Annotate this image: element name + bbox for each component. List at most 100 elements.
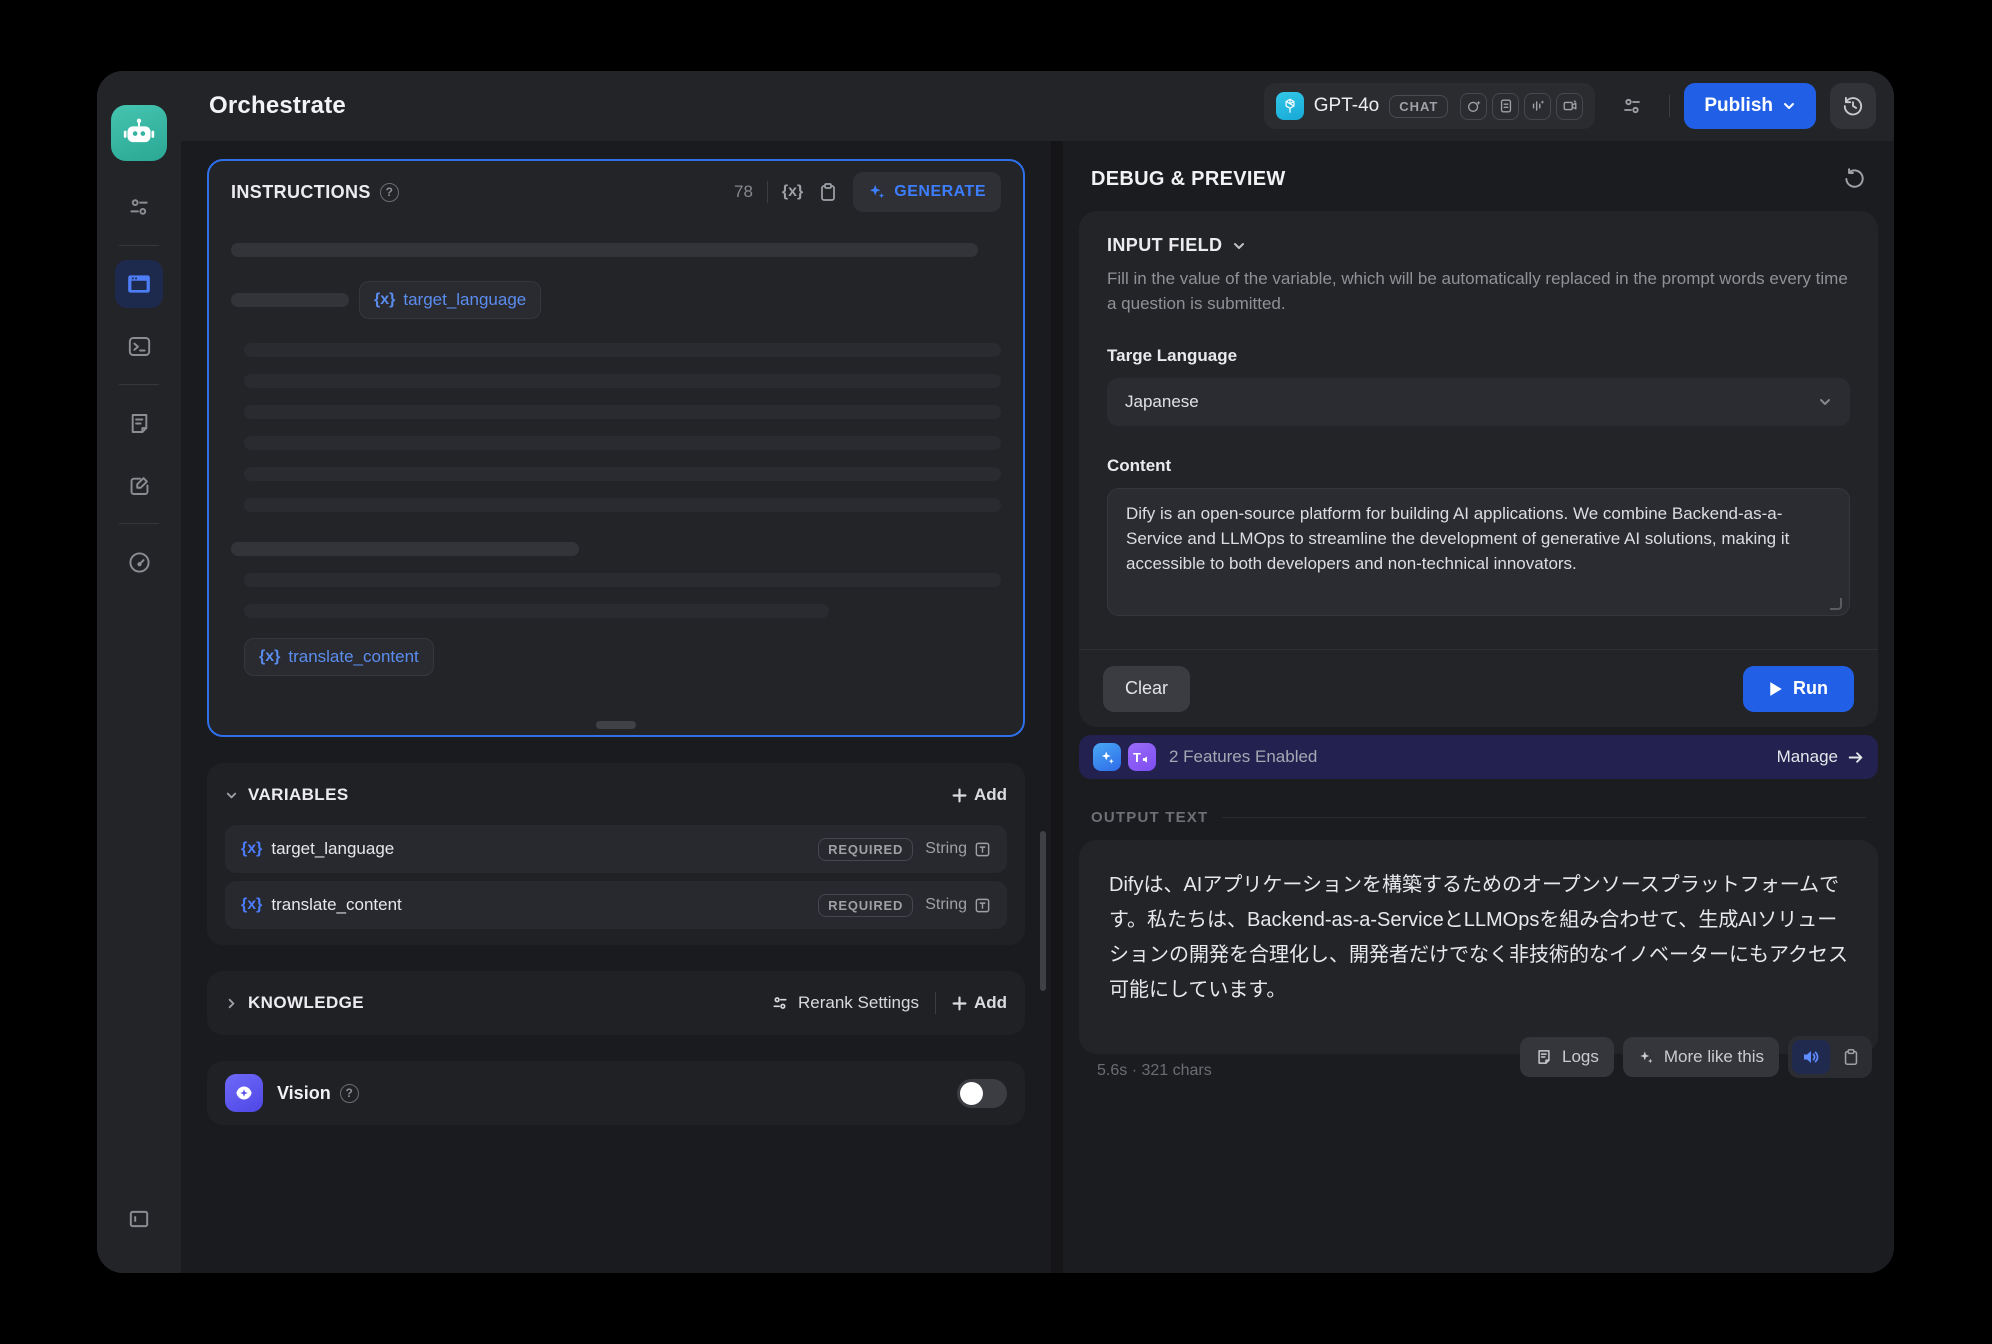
clipboard-icon [817, 181, 839, 203]
manage-features-button[interactable]: Manage [1777, 747, 1864, 767]
output-stats: 5.6s · 321 chars [1097, 1062, 1212, 1080]
video-capability-icon [1556, 93, 1583, 120]
variable-name: translate_content [271, 895, 401, 915]
restart-button[interactable] [1842, 167, 1866, 191]
left-panel-scrollbar[interactable] [1040, 831, 1046, 991]
input-field-description: Fill in the value of the variable, which… [1107, 266, 1850, 316]
manage-label: Manage [1777, 747, 1838, 767]
chevron-down-icon [1782, 99, 1796, 113]
run-button[interactable]: Run [1743, 666, 1854, 712]
type-label: String [925, 896, 967, 914]
arrow-right-icon [1847, 749, 1864, 766]
publish-label: Publish [1704, 95, 1773, 117]
rerank-label: Rerank Settings [798, 993, 919, 1013]
input-field-title: INPUT FIELD [1107, 235, 1222, 256]
output-rule [1222, 817, 1866, 818]
model-parameters-button[interactable] [1609, 83, 1655, 129]
chevron-down-icon [1818, 395, 1832, 409]
input-field-header[interactable]: INPUT FIELD [1107, 235, 1850, 256]
string-type-icon [974, 841, 991, 858]
history-icon [1841, 94, 1865, 118]
plus-icon [952, 788, 967, 803]
sliders-icon [127, 195, 151, 219]
variable-chip-label: translate_content [288, 647, 418, 667]
version-history-button[interactable] [1830, 83, 1876, 129]
variable-chip-translate-content[interactable]: {x} translate_content [244, 638, 434, 676]
text-to-speech-button[interactable] [1792, 1040, 1830, 1074]
help-icon[interactable]: ? [380, 183, 399, 202]
generate-label: GENERATE [894, 183, 986, 201]
vision-icon [225, 1074, 263, 1112]
resize-grip-icon[interactable] [1830, 598, 1842, 610]
target-language-select[interactable]: Japanese [1107, 378, 1850, 426]
sidebar-item-settings[interactable] [115, 183, 163, 231]
chat-mode-badge: CHAT [1389, 95, 1448, 118]
input-field-card: INPUT FIELD Fill in the value of the var… [1079, 211, 1878, 727]
content-textarea[interactable]: Dify is an open-source platform for buil… [1107, 488, 1850, 616]
speaker-icon [1801, 1047, 1821, 1067]
app-logo[interactable] [111, 105, 167, 161]
logs-label: Logs [1562, 1047, 1599, 1067]
chevron-down-icon [225, 789, 238, 802]
sliders-icon [1621, 95, 1643, 117]
vision-toggle[interactable] [957, 1079, 1007, 1108]
clear-button[interactable]: Clear [1103, 666, 1190, 712]
copy-output-button[interactable] [1834, 1040, 1868, 1074]
variable-row-target-language[interactable]: {x} target_language REQUIRED String [225, 825, 1007, 873]
target-language-label: Targe Language [1107, 346, 1850, 366]
topbar-divider [1669, 95, 1670, 117]
collapse-panel-icon [127, 1207, 151, 1231]
sidebar-divider [119, 384, 159, 385]
sidebar-item-terminal[interactable] [115, 322, 163, 370]
knowledge-section: KNOWLEDGE Rerank Settings Add [207, 971, 1025, 1035]
debug-preview-panel: DEBUG & PREVIEW INPUT FIELD Fill in the … [1063, 141, 1894, 1273]
more-like-this-button[interactable]: More like this [1623, 1037, 1779, 1077]
variable-chip-target-language[interactable]: {x} target_language [359, 281, 541, 319]
refresh-icon [1842, 167, 1866, 191]
variable-token: {x} [241, 840, 262, 858]
char-count: 78 [734, 182, 753, 202]
model-selector[interactable]: GPT-4o CHAT [1264, 83, 1596, 129]
vision-section: Vision ? [207, 1061, 1025, 1125]
help-icon[interactable]: ? [340, 1084, 359, 1103]
sidebar-item-logs[interactable] [115, 399, 163, 447]
panel-divider[interactable] [1051, 141, 1063, 1273]
instructions-title: INSTRUCTIONS [231, 182, 371, 203]
sidebar-divider [119, 523, 159, 524]
insert-variable-button[interactable]: {x} [782, 183, 803, 201]
type-label: String [925, 840, 967, 858]
model-name: GPT-4o [1314, 95, 1379, 117]
content-value: Dify is an open-source platform for buil… [1126, 504, 1789, 573]
chevron-down-icon [1232, 239, 1246, 253]
knowledge-header[interactable]: KNOWLEDGE Rerank Settings Add [225, 981, 1007, 1025]
knowledge-title: KNOWLEDGE [248, 993, 364, 1013]
features-bar[interactable]: T 2 Features Enabled Manage [1079, 735, 1878, 779]
generate-button[interactable]: GENERATE [853, 172, 1001, 212]
logs-button[interactable]: Logs [1520, 1037, 1614, 1077]
instructions-content: {x} target_language [209, 223, 1023, 735]
add-knowledge-button[interactable]: Add [952, 993, 1007, 1013]
robot-icon [122, 116, 156, 150]
sidebar-item-monitoring[interactable] [115, 538, 163, 586]
chevron-right-icon [225, 997, 238, 1010]
sidebar-collapse-button[interactable] [115, 1195, 163, 1243]
sidebar-item-annotation[interactable] [115, 461, 163, 509]
resize-handle[interactable] [596, 721, 636, 729]
publish-button[interactable]: Publish [1684, 83, 1816, 129]
instructions-editor[interactable]: INSTRUCTIONS ? 78 {x} [207, 159, 1025, 737]
receipt-icon [1535, 1048, 1553, 1066]
vision-label: Vision [277, 1083, 331, 1104]
rerank-settings-button[interactable]: Rerank Settings [771, 993, 919, 1013]
variable-row-translate-content[interactable]: {x} translate_content REQUIRED String [225, 881, 1007, 929]
add-label: Add [974, 993, 1007, 1013]
variable-token: {x} [374, 291, 395, 309]
clear-label: Clear [1125, 678, 1168, 699]
add-label: Add [974, 785, 1007, 805]
vision-capability-icon [1460, 93, 1487, 120]
clipboard-icon [1841, 1047, 1861, 1067]
play-icon [1769, 681, 1783, 697]
copy-button[interactable] [817, 181, 839, 203]
variables-header[interactable]: VARIABLES Add [225, 773, 1007, 817]
add-variable-button[interactable]: Add [952, 785, 1007, 805]
sidebar-item-orchestrate[interactable] [115, 260, 163, 308]
